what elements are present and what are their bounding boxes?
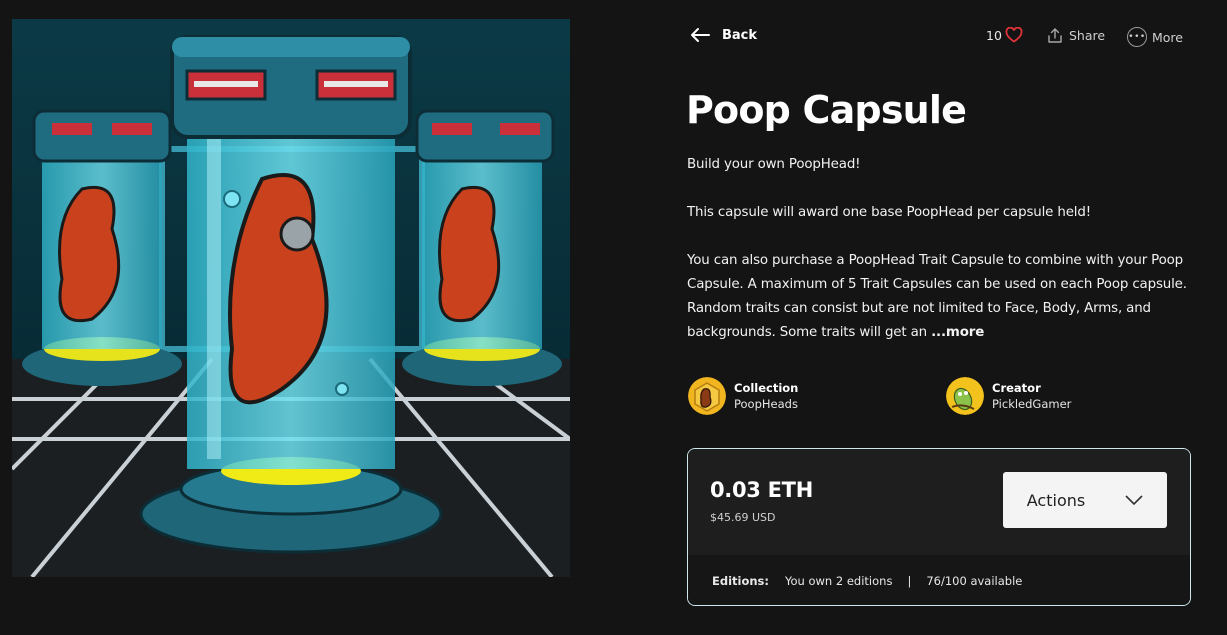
heart-icon — [1005, 27, 1023, 43]
share-label: Share — [1069, 28, 1106, 43]
collection-label: Collection — [734, 381, 799, 395]
actions-label: Actions — [1026, 490, 1086, 510]
back-label: Back — [722, 27, 758, 43]
item-title: Poop Capsule — [686, 88, 967, 132]
collection-avatar — [688, 377, 726, 415]
editions-separator: | — [907, 574, 912, 588]
more-label: More — [1152, 29, 1183, 45]
capsule-illustration — [12, 19, 570, 577]
back-button[interactable]: Back — [690, 27, 757, 43]
like-button[interactable]: 10 — [986, 27, 1023, 43]
creator-label: Creator — [992, 381, 1041, 395]
editions-label: Editions: — [712, 574, 770, 588]
read-more-link[interactable]: ...more — [931, 325, 984, 340]
share-button[interactable]: Share — [1047, 27, 1105, 44]
more-dots-icon: ••• — [1127, 27, 1147, 47]
actions-dropdown-button[interactable]: Actions — [1003, 472, 1167, 528]
price-usd: $45.69 USD — [710, 511, 776, 524]
price-section: 0.03 ETH $45.69 USD Actions — [688, 449, 1190, 555]
creator-name: PickledGamer — [992, 397, 1072, 411]
more-button[interactable]: ••• More — [1127, 27, 1183, 47]
item-toolbar: Back 10 Share ••• More — [690, 27, 1190, 49]
share-icon — [1048, 28, 1062, 43]
description-paragraph: You can also purchase a PoopHead Trait C… — [687, 249, 1187, 345]
back-arrow-icon — [691, 28, 710, 42]
description-paragraph: This capsule will award one base PoopHea… — [687, 205, 1091, 220]
nft-artwork[interactable] — [12, 19, 570, 577]
like-count: 10 — [986, 27, 1002, 43]
item-description: Build your own PoopHead! This capsule wi… — [687, 153, 1187, 345]
listing-card: 0.03 ETH $45.69 USD Actions Editions: Yo… — [687, 448, 1191, 606]
creator-info[interactable]: Creator PickledGamer — [946, 377, 1071, 415]
editions-row: Editions: You own 2 editions | 76/100 av… — [688, 555, 1190, 605]
chevron-down-icon — [1125, 495, 1143, 505]
description-paragraph: Build your own PoopHead! — [687, 157, 861, 172]
editions-available: 76/100 available — [926, 574, 1023, 588]
creator-avatar — [946, 377, 984, 415]
collection-info[interactable]: Collection PoopHeads — [688, 377, 798, 415]
collection-name: PoopHeads — [734, 397, 798, 411]
editions-owned: You own 2 editions — [785, 574, 893, 588]
price-eth: 0.03 ETH — [710, 478, 813, 502]
